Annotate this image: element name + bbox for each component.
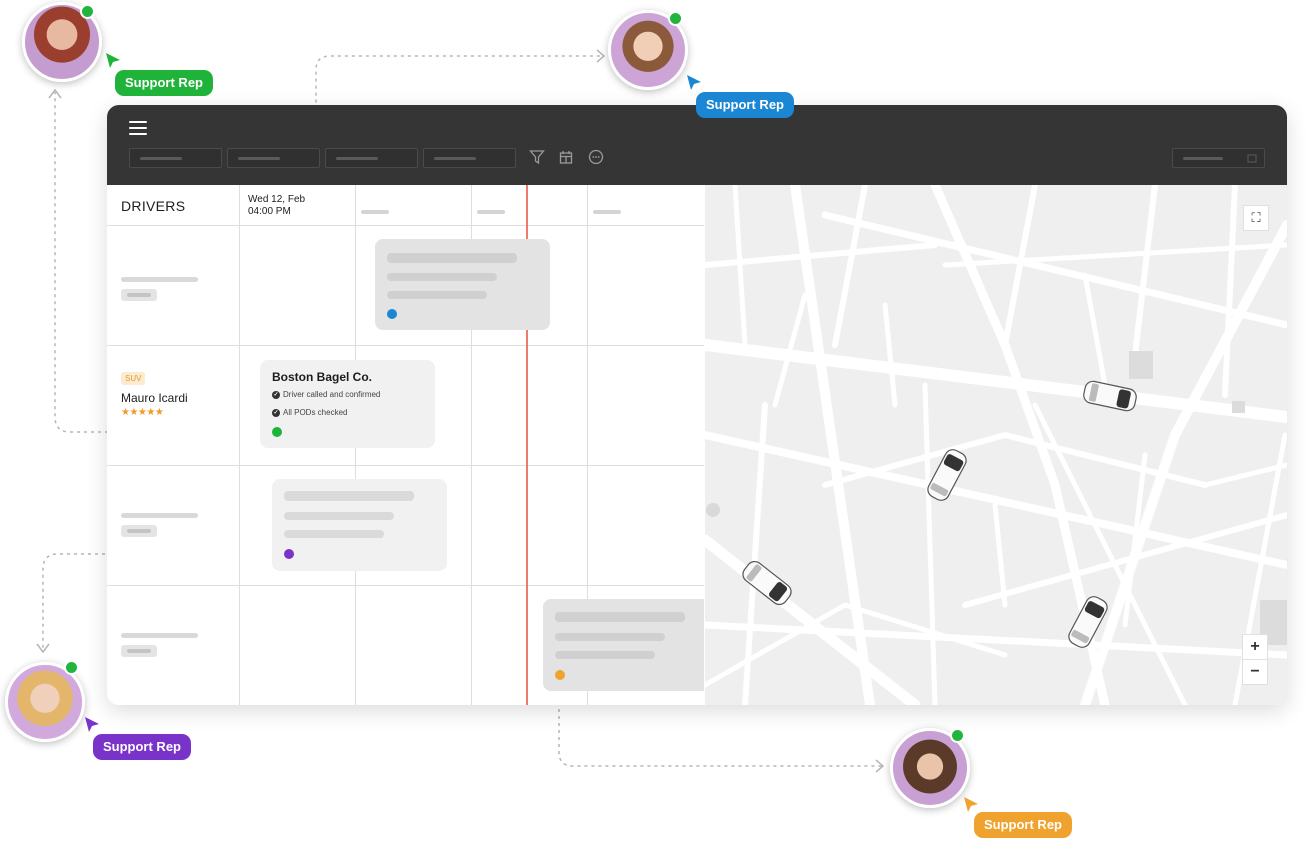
check-icon: ✓: [272, 408, 280, 417]
calendar-small-icon: [1247, 154, 1257, 163]
online-status-dot: [80, 4, 95, 19]
check-icon: ✓: [272, 390, 280, 399]
street-map: [705, 185, 1287, 705]
cursor-pointer-icon: [687, 75, 701, 90]
job-card-placeholder[interactable]: [272, 479, 447, 571]
vehicle-type-badge: SUV: [121, 372, 146, 385]
job-card[interactable]: Boston Bagel Co. ✓ Driver called and conf…: [260, 360, 435, 448]
filter-field-1[interactable]: [129, 148, 222, 168]
timeline-header-placeholder: [477, 210, 505, 214]
online-status-dot: [64, 660, 79, 675]
job-card-placeholder[interactable]: [543, 599, 704, 691]
zoom-out-icon[interactable]: −: [1242, 659, 1268, 685]
cursor-pointer-icon: [106, 53, 120, 68]
driver-rating-stars: ★★★★★: [121, 407, 164, 418]
cursor-pointer-icon: [964, 797, 978, 812]
timeline-header-placeholder: [361, 210, 389, 214]
driver-badge-placeholder: [121, 289, 157, 301]
timeline-date-day: Wed 12, Feb: [248, 194, 306, 205]
support-rep-label: Support Rep: [115, 70, 213, 96]
driver-name[interactable]: Mauro Icardi: [121, 391, 188, 405]
online-status-dot: [668, 11, 683, 26]
support-rep-label: Support Rep: [974, 812, 1072, 838]
toolbar: [107, 105, 1287, 185]
filter-field-2[interactable]: [227, 148, 320, 168]
zoom-in-icon[interactable]: +: [1242, 634, 1268, 660]
timeline-date-time: 04:00 PM: [248, 206, 291, 217]
driver-badge-placeholder: [121, 525, 157, 537]
job-check-item: ✓ All PODs checked: [272, 408, 348, 417]
driver-name-placeholder: [121, 633, 198, 638]
assignment-dot-purple: [284, 549, 294, 559]
menu-icon[interactable]: [129, 121, 147, 135]
driver-name-placeholder: [121, 513, 198, 518]
job-card-placeholder[interactable]: [375, 239, 550, 330]
support-rep-label: Support Rep: [93, 734, 191, 760]
job-check-item: ✓ Driver called and confirmed: [272, 390, 381, 399]
assignment-dot-green: [272, 427, 282, 437]
cursor-pointer-icon: [85, 717, 99, 732]
map-view[interactable]: ⛶ + −: [705, 185, 1287, 705]
driver-schedule: DRIVERS Wed 12, Feb 04:00 PM SUV Mauro I…: [107, 185, 704, 705]
chat-icon[interactable]: [588, 149, 604, 165]
date-range-field[interactable]: [1172, 148, 1265, 168]
driver-badge-placeholder: [121, 645, 157, 657]
driver-name-placeholder: [121, 277, 198, 282]
filter-icon[interactable]: [529, 149, 545, 165]
fullscreen-icon[interactable]: ⛶: [1243, 205, 1269, 231]
support-rep-label: Support Rep: [696, 92, 794, 118]
job-card-title: Boston Bagel Co.: [272, 370, 373, 384]
timeline-header-placeholder: [593, 210, 621, 214]
calendar-icon[interactable]: [558, 149, 574, 165]
assignment-dot-blue: [387, 309, 397, 319]
timeline-date: Wed 12, Feb 04:00 PM: [248, 194, 305, 218]
drivers-header: DRIVERS: [121, 198, 186, 214]
dispatch-app-window: DRIVERS Wed 12, Feb 04:00 PM SUV Mauro I…: [107, 105, 1287, 705]
filter-field-4[interactable]: [423, 148, 516, 168]
online-status-dot: [950, 728, 965, 743]
filter-field-3[interactable]: [325, 148, 418, 168]
assignment-dot-orange: [555, 670, 565, 680]
